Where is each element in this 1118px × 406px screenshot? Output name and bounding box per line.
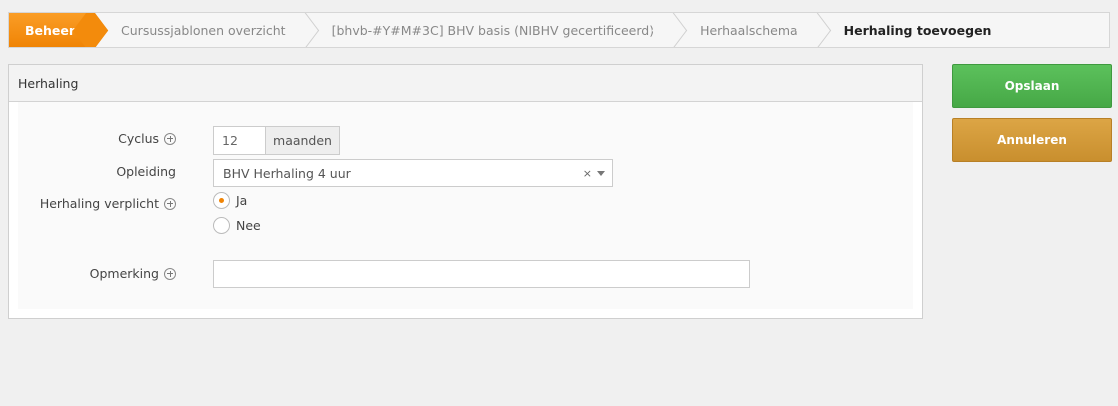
opmerking-label: Opmerking [90,266,176,281]
cyclus-label-text: Cyclus [118,131,159,146]
save-button[interactable]: Opslaan [952,64,1112,108]
clear-icon[interactable]: × [583,167,592,180]
plus-circle-icon[interactable] [164,197,176,210]
radio-ja[interactable]: Ja [213,192,247,209]
herhaling-panel: Herhaling Cyclus 12 maanden Opleiding BH… [8,64,923,319]
chevron-down-icon[interactable] [597,171,605,176]
plus-circle-icon[interactable] [164,267,176,280]
radio-ja-control[interactable] [213,192,230,209]
radio-ja-label: Ja [236,193,248,208]
verplicht-label-text: Herhaling verplicht [39,196,159,211]
cyclus-unit: maanden [265,126,340,155]
panel-title: Herhaling [9,65,922,102]
form-body: Cyclus 12 maanden Opleiding BHV Herhalin… [18,102,913,309]
cancel-button[interactable]: Annuleren [952,118,1112,162]
radio-nee-label: Nee [236,218,261,233]
opleiding-value: BHV Herhaling 4 uur [223,165,351,181]
opleiding-select[interactable]: BHV Herhaling 4 uur × [213,159,613,187]
breadcrumb-herhaalschema[interactable]: Herhaalschema [672,13,816,47]
plus-circle-icon[interactable] [164,132,176,145]
opleiding-label: Opleiding [116,164,176,179]
radio-nee-control[interactable] [213,217,230,234]
cyclus-input[interactable]: 12 [213,126,266,155]
radio-nee[interactable]: Nee [213,217,261,234]
breadcrumb-cursussjablonen[interactable]: Cursussjablonen overzicht [93,13,304,47]
cyclus-label: Cyclus [118,131,176,146]
breadcrumb: Beheer Cursussjablonen overzicht [bhvb-#… [8,12,1110,48]
breadcrumb-current: Herhaling toevoegen [815,13,1010,47]
breadcrumb-beheer[interactable]: Beheer [9,13,94,47]
opmerking-label-text: Opmerking [89,266,159,281]
opleiding-label-text: Opleiding [116,164,176,179]
breadcrumb-template[interactable]: [bhvb-#Y#M#3C] BHV basis (NIBHV gecertif… [303,13,673,47]
opmerking-input[interactable] [213,260,750,288]
verplicht-label: Herhaling verplicht [40,196,176,211]
